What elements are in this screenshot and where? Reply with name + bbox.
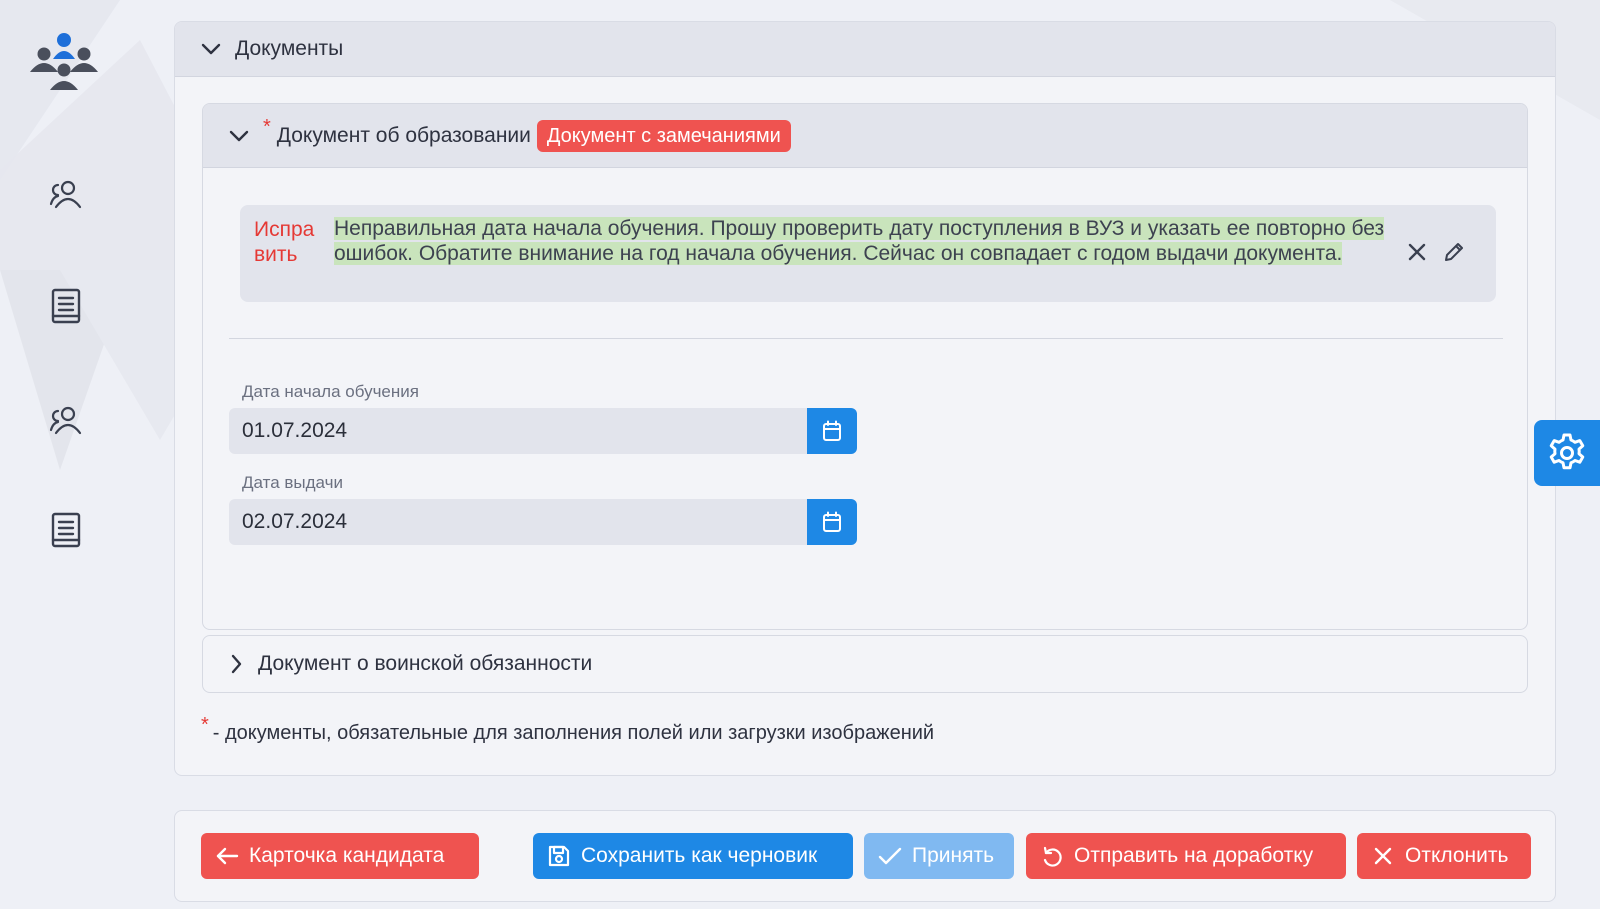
document-list-icon — [51, 288, 81, 324]
gear-icon — [1549, 433, 1585, 470]
floppy-disk-icon — [545, 842, 573, 870]
issue-date-input[interactable] — [229, 499, 807, 545]
candidate-card-button[interactable]: Карточка кандидата — [201, 833, 479, 879]
close-icon — [1408, 243, 1426, 261]
study-start-date-input[interactable] — [229, 408, 807, 454]
required-mark: * — [263, 116, 271, 138]
study-start-date-field — [229, 408, 857, 454]
documents-header[interactable]: Документы — [175, 22, 1555, 77]
remark-kind: Исправить — [254, 218, 315, 266]
document-list-icon — [51, 512, 81, 548]
issue-date-calendar-button[interactable] — [807, 499, 857, 545]
people-group-icon[interactable] — [26, 32, 102, 94]
chevron-down-icon — [201, 43, 221, 55]
check-icon — [876, 842, 904, 870]
documents-title: Документы — [235, 37, 344, 60]
required-footnote: * - документы, обязательные для заполнени… — [201, 714, 935, 745]
study-start-date-calendar-button[interactable] — [807, 408, 857, 454]
candidate-card-label: Карточка кандидата — [249, 844, 445, 867]
close-icon — [1369, 842, 1397, 870]
save-draft-button[interactable]: Сохранить как черновик — [533, 833, 853, 879]
sidebar — [0, 0, 130, 909]
users-icon — [49, 406, 82, 435]
action-bar: Карточка кандидата Сохранить как чернови… — [174, 810, 1556, 902]
required-mark: * — [201, 714, 209, 736]
calendar-icon — [823, 511, 841, 532]
reject-button[interactable]: Отклонить — [1357, 833, 1531, 879]
accept-button[interactable]: Принять — [864, 833, 1014, 879]
study-start-date-label: Дата начала обучения — [242, 382, 419, 401]
divider — [229, 338, 1503, 339]
remark-text-wrap: Неправильная дата начала обучения. Прошу… — [334, 216, 1408, 266]
calendar-icon — [823, 420, 841, 441]
send-back-button[interactable]: Отправить на доработку — [1026, 833, 1346, 879]
chevron-right-icon — [231, 654, 242, 674]
remark-text: Неправильная дата начала обучения. Прошу… — [334, 217, 1385, 265]
save-draft-label: Сохранить как черновик — [581, 844, 818, 867]
arrow-left-icon — [213, 842, 241, 870]
users-icon — [49, 180, 82, 209]
military-document-section[interactable]: Документ о воинской обязанности — [202, 635, 1528, 693]
footnote-text: - документы, обязательные для заполнения… — [212, 722, 935, 744]
chevron-down-icon — [229, 130, 249, 141]
send-back-label: Отправить на доработку — [1074, 844, 1314, 867]
undo-icon — [1038, 842, 1066, 870]
remark-edit-button[interactable] — [1439, 237, 1469, 267]
documents-card: Документы * Документ об образовании Доку… — [174, 21, 1556, 776]
education-document-title: Документ об образовании — [276, 123, 531, 147]
pencil-icon — [1445, 243, 1463, 261]
remark-delete-button[interactable] — [1402, 237, 1432, 267]
military-document-title: Документ о воинской обязанности — [258, 652, 593, 675]
issue-date-field — [229, 499, 857, 545]
accept-label: Принять — [912, 844, 995, 867]
sidebar-item-documents-2[interactable] — [44, 508, 88, 552]
issue-date-label: Дата выдачи — [242, 473, 343, 492]
education-document-header[interactable]: * Документ об образовании Документ с зам… — [203, 104, 1527, 168]
sidebar-item-users-2[interactable] — [44, 398, 88, 442]
sidebar-item-users[interactable] — [44, 172, 88, 216]
status-badge: Документ с замечаниями — [536, 119, 791, 152]
education-document-section: * Документ об образовании Документ с зам… — [202, 103, 1528, 630]
reject-label: Отклонить — [1405, 844, 1509, 867]
remark-card: Исправить Неправильная дата начала обуче… — [240, 205, 1496, 302]
sidebar-item-documents[interactable] — [44, 284, 88, 328]
settings-button[interactable] — [1534, 420, 1600, 486]
